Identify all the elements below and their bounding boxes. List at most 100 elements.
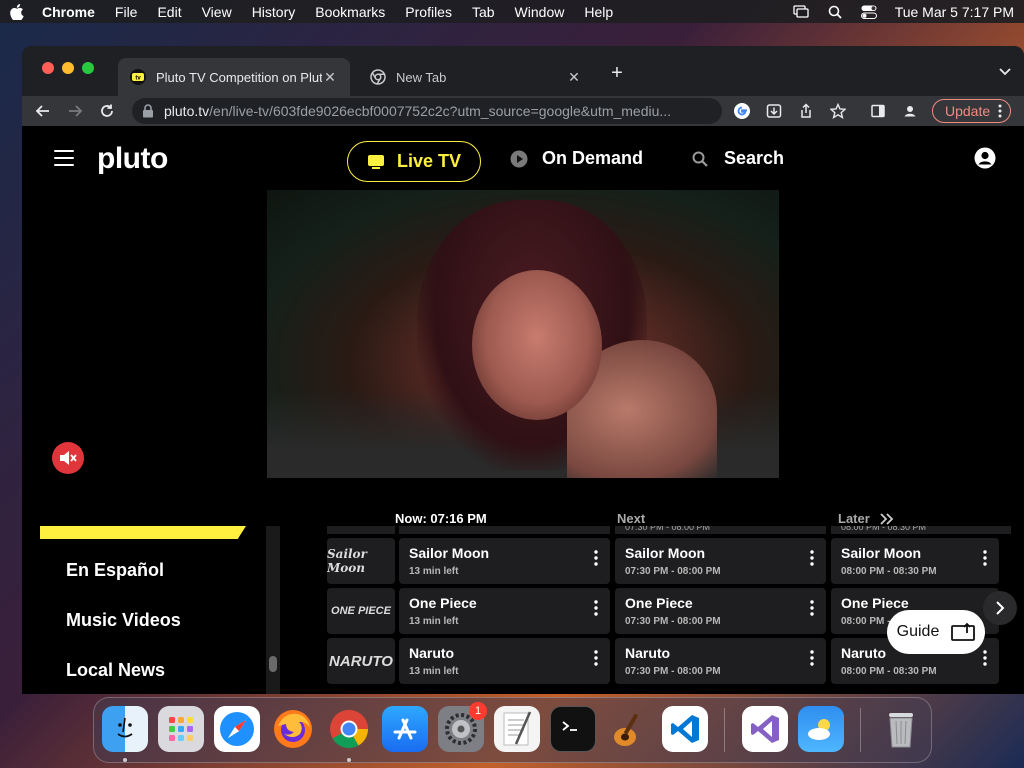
- spotlight-search-icon[interactable]: [827, 5, 843, 19]
- program-title: One Piece: [409, 595, 477, 611]
- program-time: 08:00 PM - 08:30 PM: [841, 666, 937, 677]
- program-cell-next[interactable]: Naruto 07:30 PM - 08:00 PM: [615, 638, 826, 684]
- menu-edit[interactable]: Edit: [157, 4, 181, 20]
- google-lens-icon[interactable]: [730, 99, 754, 123]
- bookmark-star-icon[interactable]: [826, 99, 850, 123]
- user-profile-icon[interactable]: [974, 147, 996, 174]
- more-options-icon[interactable]: [594, 600, 598, 616]
- program-time: 07:30 PM - 08:00 PM: [625, 566, 721, 577]
- channel-logo-sailor-moon[interactable]: Sailor Moon: [327, 538, 395, 584]
- finder-icon[interactable]: [102, 706, 148, 752]
- menu-bookmarks[interactable]: Bookmarks: [315, 4, 385, 20]
- menu-tab[interactable]: Tab: [472, 4, 495, 20]
- channel-logo-naruto[interactable]: NARUTO: [327, 638, 395, 684]
- more-options-icon[interactable]: [983, 550, 987, 566]
- tab-search-chevron-icon[interactable]: [998, 64, 1012, 78]
- menu-app-name[interactable]: Chrome: [42, 4, 95, 20]
- tab-title: Pluto TV Competition on Pluto: [156, 69, 322, 85]
- apple-icon[interactable]: [10, 3, 24, 20]
- control-center-icon[interactable]: [860, 5, 877, 19]
- partial-time-strip: 08:00 PM - 08:30 PM: [831, 526, 1011, 534]
- live-tv-button[interactable]: Live TV: [347, 141, 481, 182]
- menu-clock[interactable]: Tue Mar 5 7:17 PM: [895, 4, 1014, 20]
- category-music-videos[interactable]: Music Videos: [66, 610, 181, 631]
- program-cell-next[interactable]: Sailor Moon 07:30 PM - 08:00 PM: [615, 538, 826, 584]
- program-cell-later[interactable]: Sailor Moon 08:00 PM - 08:30 PM: [831, 538, 999, 584]
- channel-logo-one-piece[interactable]: ONE PIECE: [327, 588, 395, 634]
- close-tab-icon[interactable]: ✕: [322, 69, 338, 85]
- menu-window[interactable]: Window: [515, 4, 565, 20]
- program-title: Sailor Moon: [625, 545, 706, 561]
- menu-file[interactable]: File: [115, 4, 138, 20]
- lock-icon[interactable]: [142, 104, 154, 118]
- scrollbar-thumb[interactable]: [269, 656, 277, 672]
- more-vertical-icon[interactable]: [998, 104, 1002, 118]
- tab-new-tab[interactable]: New Tab ✕: [358, 58, 594, 96]
- category-scrollbar[interactable]: [266, 526, 280, 694]
- zoom-window-button[interactable]: [82, 62, 94, 74]
- video-player[interactable]: [267, 190, 779, 478]
- guide-scroll-right-button[interactable]: [983, 591, 1017, 625]
- guide-button-label: Guide: [896, 623, 940, 640]
- screen-mirror-icon[interactable]: [793, 5, 809, 19]
- more-options-icon[interactable]: [810, 600, 814, 616]
- textedit-icon[interactable]: [494, 706, 540, 752]
- program-cell-now[interactable]: One Piece 13 min left: [399, 588, 610, 634]
- program-cell-now[interactable]: Sailor Moon 13 min left: [399, 538, 610, 584]
- tab-pluto-tv[interactable]: tv Pluto TV Competition on Pluto ✕: [118, 58, 350, 96]
- weather-icon[interactable]: [798, 706, 844, 752]
- program-cell-now[interactable]: Naruto 13 min left: [399, 638, 610, 684]
- back-arrow-icon[interactable]: [30, 98, 56, 124]
- reload-icon[interactable]: [94, 98, 120, 124]
- garageband-icon[interactable]: [606, 706, 652, 752]
- update-button[interactable]: Update: [932, 99, 1012, 123]
- muted-speaker-button[interactable]: [52, 442, 84, 474]
- launchpad-icon[interactable]: [158, 706, 204, 752]
- hamburger-menu-icon[interactable]: [54, 150, 74, 166]
- guide-toggle-button[interactable]: Guide: [887, 610, 985, 654]
- search-button[interactable]: Search: [692, 148, 784, 169]
- menu-profiles[interactable]: Profiles: [405, 4, 452, 20]
- menu-help[interactable]: Help: [584, 4, 613, 20]
- more-options-icon[interactable]: [594, 550, 598, 566]
- terminal-icon[interactable]: [550, 706, 596, 752]
- close-window-button[interactable]: [42, 62, 54, 74]
- more-options-icon[interactable]: [594, 650, 598, 666]
- menu-history[interactable]: History: [252, 4, 296, 20]
- guide-later-header[interactable]: Later: [838, 511, 894, 526]
- program-title: One Piece: [841, 595, 909, 611]
- double-chevron-right-icon[interactable]: [880, 512, 894, 525]
- app-store-icon[interactable]: [382, 706, 428, 752]
- side-panel-icon[interactable]: [866, 99, 890, 123]
- forward-arrow-icon[interactable]: [62, 98, 88, 124]
- install-app-icon[interactable]: [762, 99, 786, 123]
- safari-icon[interactable]: [214, 706, 260, 752]
- speaker-muted-icon: [60, 451, 77, 465]
- close-tab-icon[interactable]: ✕: [566, 69, 582, 85]
- new-tab-plus-icon[interactable]: +: [606, 62, 628, 84]
- category-en-espanol[interactable]: En Español: [66, 560, 164, 581]
- share-icon[interactable]: [794, 99, 818, 123]
- address-bar[interactable]: pluto.tv/en/live-tv/603fde9026ecbf000775…: [132, 98, 722, 124]
- program-time: 07:30 PM - 08:00 PM: [625, 616, 721, 627]
- tv-icon: [367, 154, 384, 169]
- vscode-icon[interactable]: [662, 706, 708, 752]
- more-options-icon[interactable]: [983, 650, 987, 666]
- on-demand-button[interactable]: On Demand: [510, 148, 643, 169]
- more-options-icon[interactable]: [810, 550, 814, 566]
- trash-icon[interactable]: [878, 706, 924, 752]
- category-local-news[interactable]: Local News: [66, 660, 165, 681]
- url-domain: pluto.tv: [164, 103, 210, 119]
- menu-view[interactable]: View: [202, 4, 232, 20]
- visual-studio-icon[interactable]: [742, 706, 788, 752]
- program-cell-next[interactable]: One Piece 07:30 PM - 08:00 PM: [615, 588, 826, 634]
- macos-menu-bar: Chrome File Edit View History Bookmarks …: [0, 0, 1024, 23]
- pluto-logo[interactable]: pluto: [97, 142, 168, 176]
- more-options-icon[interactable]: [810, 650, 814, 666]
- google-chrome-icon[interactable]: [326, 706, 372, 752]
- minimize-window-button[interactable]: [62, 62, 74, 74]
- finder-running-indicator: [123, 758, 127, 762]
- tab-strip: tv Pluto TV Competition on Pluto ✕ New T…: [22, 46, 1024, 96]
- firefox-icon[interactable]: [270, 706, 316, 752]
- profile-avatar-icon[interactable]: [898, 99, 922, 123]
